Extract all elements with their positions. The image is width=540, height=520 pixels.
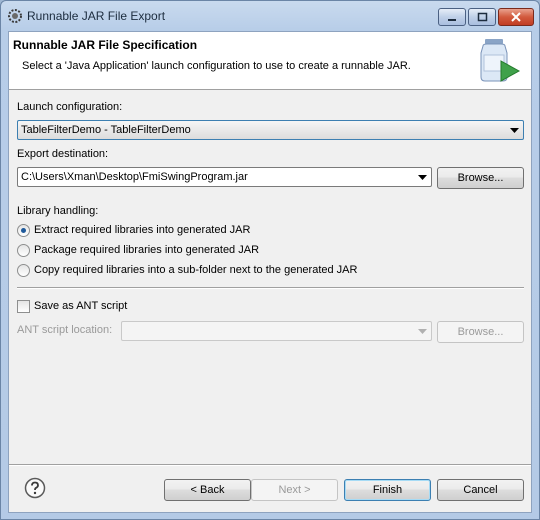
radio-extract-label[interactable]: Extract required libraries into generate… [34,224,250,236]
minimize-button[interactable] [438,8,466,26]
wizard-header: Runnable JAR File Specification Select a… [9,32,531,90]
separator [17,287,524,289]
help-icon[interactable] [24,477,46,499]
library-handling-label: Library handling: [17,205,99,217]
chevron-down-icon [510,128,519,133]
launch-config-value: TableFilterDemo - TableFilterDemo [21,124,191,136]
launch-config-label: Launch configuration: [17,101,123,113]
next-button: Next > [251,479,338,501]
export-destination-value: C:\Users\Xman\Desktop\FmiSwingProgram.ja… [21,171,248,183]
page-description: Select a 'Java Application' launch confi… [22,60,411,72]
back-button[interactable]: < Back [164,479,251,501]
cancel-button[interactable]: Cancel [437,479,524,501]
radio-copy-libraries[interactable] [17,264,30,277]
save-ant-script-label[interactable]: Save as ANT script [34,300,127,312]
browse-ant-button: Browse... [437,321,524,343]
chevron-down-icon [418,175,427,180]
radio-copy-label[interactable]: Copy required libraries into a sub-folde… [34,264,357,276]
radio-package-label[interactable]: Package required libraries into generate… [34,244,259,256]
finish-button[interactable]: Finish [344,479,431,501]
radio-extract-libraries[interactable] [17,224,30,237]
page-title: Runnable JAR File Specification [13,38,198,52]
browse-destination-button[interactable]: Browse... [437,167,524,189]
dialog-window: Runnable JAR File Export Runnable JAR Fi… [0,0,540,520]
close-icon [511,12,521,22]
dialog-body: Runnable JAR File Specification Select a… [8,31,532,513]
title-bar[interactable]: Runnable JAR File Export [1,1,539,31]
jar-export-icon [480,39,521,82]
export-destination-label: Export destination: [17,148,109,160]
maximize-button[interactable] [468,8,496,26]
minimize-icon [448,19,456,21]
eclipse-gear-icon [8,9,22,23]
maximize-icon [477,12,488,22]
window-title: Runnable JAR File Export [27,9,166,23]
launch-config-select[interactable]: TableFilterDemo - TableFilterDemo [17,120,524,140]
footer-separator [9,464,531,466]
ant-location-input [121,321,432,341]
radio-package-libraries[interactable] [17,244,30,257]
close-button[interactable] [498,8,534,26]
chevron-down-icon [418,329,427,334]
ant-location-label: ANT script location: [17,324,113,336]
save-ant-script-checkbox[interactable] [17,300,30,313]
export-destination-input[interactable]: C:\Users\Xman\Desktop\FmiSwingProgram.ja… [17,167,432,187]
